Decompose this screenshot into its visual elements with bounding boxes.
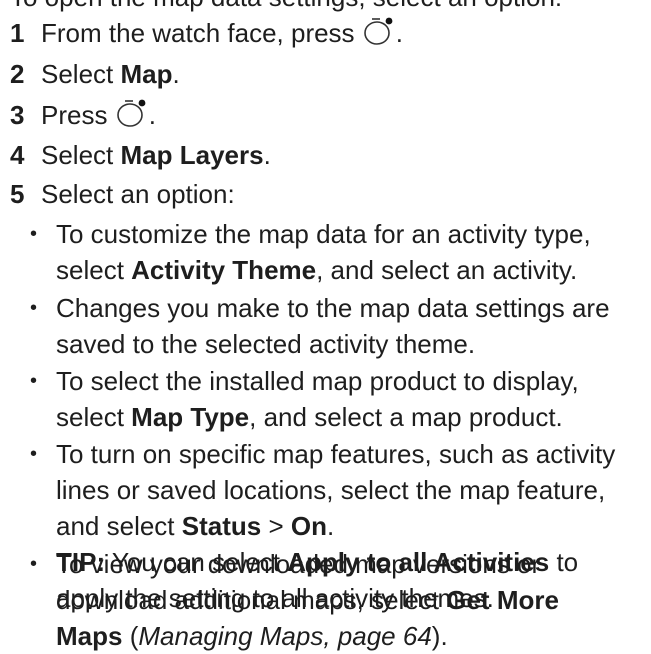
bullet-dot: • <box>30 297 38 319</box>
cross-reference-link[interactable]: Managing Maps, page 64 <box>138 621 431 651</box>
step-text: Select an option: <box>41 179 235 209</box>
bullet-text: > <box>261 511 291 541</box>
step-text: Press <box>41 100 108 130</box>
bullet-text: , and select an activity. <box>316 255 578 285</box>
bullet-bold: Status <box>181 511 262 541</box>
bullet-text: select <box>56 255 132 285</box>
bullet-text: , and select a map product. <box>249 402 563 432</box>
bullet-text: . <box>326 511 335 541</box>
bullet-text: and select <box>56 511 182 541</box>
step-text-post: . <box>172 59 180 89</box>
bullet-bold: On <box>290 511 327 541</box>
step-text: Select <box>41 140 121 170</box>
step-number: 2 <box>10 59 25 89</box>
step-number: 5 <box>10 179 25 209</box>
tip-text: to <box>549 547 579 577</box>
bullet-line: download additional maps, select Get Mor… <box>56 582 559 618</box>
step-number: 3 <box>10 100 25 130</box>
bullet-line: Changes you make to the map data setting… <box>56 293 610 323</box>
step-5: 5 Select an option: <box>10 176 235 212</box>
bullet-line: To customize the map data for an activit… <box>56 219 591 249</box>
step-number: 1 <box>10 18 25 48</box>
step-2: 2 Select Map. <box>10 56 180 92</box>
bullet-dot: • <box>30 223 38 245</box>
bullet-bold: Maps <box>56 621 123 651</box>
bullet-line: select Activity Theme, and select an act… <box>56 252 577 288</box>
step-text-post: . <box>263 140 271 170</box>
bullet-dot: • <box>30 370 38 392</box>
bullet-bold: Get More <box>446 585 559 615</box>
step-text: Select <box>41 59 121 89</box>
bullet-bold: Map Type <box>131 402 250 432</box>
step-bold: Map <box>120 59 173 89</box>
bullet-text: ). <box>431 621 448 651</box>
watch-button-icon <box>362 16 396 46</box>
step-text-post: . <box>148 100 156 130</box>
bullet-text: ( <box>122 621 139 651</box>
bullet-dot: • <box>30 553 38 575</box>
cutoff-text: To open the map data settings, select an… <box>10 0 562 15</box>
watch-button-icon <box>115 98 149 128</box>
step-text-post: . <box>395 18 404 48</box>
step-1: 1 From the watch face, press . <box>10 15 403 51</box>
step-3: 3 Press . <box>10 97 156 133</box>
bullet-line: lines or saved locations, select the map… <box>56 475 606 505</box>
bullet-text: select <box>56 402 132 432</box>
bullet-line: To view your downloaded map versions or <box>56 549 541 579</box>
bullet-dot: • <box>30 443 38 465</box>
bullet-line: To select the installed map product to d… <box>56 366 579 396</box>
step-4: 4 Select Map Layers. <box>10 137 271 173</box>
bullet-line: To turn on specific map features, such a… <box>56 439 616 469</box>
bullet-bold: Activity Theme <box>131 255 317 285</box>
step-text: From the watch face, press <box>41 18 355 48</box>
step-number: 4 <box>10 140 25 170</box>
bullet-text: download additional maps, select <box>56 585 447 615</box>
bullet-line: saved to the selected activity theme. <box>56 329 476 359</box>
step-bold: Map Layers <box>120 140 264 170</box>
bullet-line: and select Status > On. <box>56 508 334 544</box>
bullet-line: select Map Type, and select a map produc… <box>56 399 563 435</box>
